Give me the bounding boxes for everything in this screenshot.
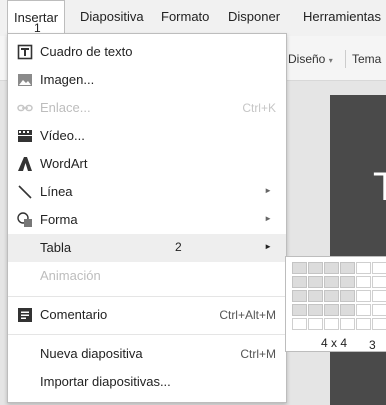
menu-item-video[interactable]: Vídeo... (8, 122, 286, 150)
table-grid-cell[interactable] (324, 290, 339, 302)
menu-item-cuadro-de-texto[interactable]: Cuadro de texto (8, 38, 286, 66)
textbox-icon (17, 44, 33, 60)
toolbar-divider (345, 50, 346, 68)
chevron-down-icon: ▾ (328, 56, 333, 65)
menu-item-enlace: Enlace... Ctrl+K (8, 94, 286, 122)
table-grid-cell[interactable] (292, 262, 307, 274)
table-grid-cell[interactable] (372, 276, 386, 288)
table-grid-cell[interactable] (308, 290, 323, 302)
menu-item-label: WordArt (40, 156, 88, 171)
menu-item-label: Animación (40, 268, 101, 283)
table-grid-cell[interactable] (356, 304, 371, 316)
menubar: Insertar Diapositiva Formato Disponer He… (0, 0, 386, 34)
menu-item-label: Línea (40, 184, 73, 199)
menu-item-label: Comentario (40, 307, 108, 322)
slide-preview[interactable] (330, 95, 386, 405)
menu-item-label: Cuadro de texto (40, 44, 133, 59)
table-grid-cell[interactable] (292, 290, 307, 302)
menu-item-tabla[interactable]: Tabla ► (8, 234, 286, 262)
design-label: Diseño (288, 52, 326, 66)
menu-item-importar-diapositivas[interactable]: Importar diapositivas... (8, 368, 286, 396)
table-grid-cell[interactable] (372, 318, 386, 330)
table-grid-cell[interactable] (340, 276, 355, 288)
table-grid-cell[interactable] (324, 318, 339, 330)
menu-item-wordart[interactable]: WordArt (8, 150, 286, 178)
menu-item-label: Forma (40, 212, 78, 227)
annotation-2: 2 (175, 240, 182, 254)
table-grid-cell[interactable] (340, 262, 355, 274)
table-grid-cell[interactable] (324, 304, 339, 316)
table-grid-cell[interactable] (324, 262, 339, 274)
table-grid-cell[interactable] (356, 290, 371, 302)
slide-title-text: T (373, 165, 386, 209)
video-icon (18, 130, 32, 142)
table-grid-cell[interactable] (308, 318, 323, 330)
link-icon (17, 104, 33, 112)
table-grid-cell[interactable] (308, 276, 323, 288)
menu-item-label: Importar diapositivas... (40, 374, 171, 389)
table-grid-cell[interactable] (356, 276, 371, 288)
table-grid-cell[interactable] (356, 318, 371, 330)
table-grid-cell[interactable] (308, 262, 323, 274)
table-size-label: 4 x 4 (321, 336, 348, 350)
menu-diapositiva[interactable]: Diapositiva (80, 9, 144, 24)
menu-item-forma[interactable]: Forma ► (8, 206, 286, 234)
menu-item-shortcut: Ctrl+Alt+M (219, 308, 276, 322)
table-grid-cell[interactable] (340, 318, 355, 330)
menu-item-comentario[interactable]: Comentario Ctrl+Alt+M (8, 301, 286, 329)
menu-item-label: Enlace... (40, 100, 91, 115)
menu-item-label: Imagen... (40, 72, 95, 87)
table-grid-cell[interactable] (372, 262, 386, 274)
table-grid-cell[interactable] (340, 304, 355, 316)
menu-item-shortcut: Ctrl+K (242, 101, 276, 115)
table-grid-cell[interactable] (340, 290, 355, 302)
table-grid-cell[interactable] (324, 276, 339, 288)
comment-icon (18, 308, 32, 322)
shape-icon (17, 212, 32, 227)
wordart-icon (18, 157, 32, 171)
menu-divider (8, 334, 286, 335)
line-icon (18, 185, 32, 199)
menu-formato[interactable]: Formato (161, 9, 209, 24)
menu-divider (8, 296, 286, 297)
table-grid-cell[interactable] (292, 276, 307, 288)
theme-button[interactable]: Tema (352, 52, 381, 66)
image-icon (18, 74, 32, 86)
menu-disponer[interactable]: Disponer (228, 9, 280, 24)
annotation-3: 3 (369, 338, 376, 352)
menu-item-label: Vídeo... (40, 128, 85, 143)
menu-item-animacion: Animación (8, 262, 286, 290)
table-grid-cell[interactable] (372, 304, 386, 316)
menu-item-nueva-diapositiva[interactable]: Nueva diapositiva Ctrl+M (8, 340, 286, 368)
table-grid-cell[interactable] (292, 318, 307, 330)
menu-item-imagen[interactable]: Imagen... (8, 66, 286, 94)
submenu-arrow-icon: ► (264, 214, 272, 223)
table-grid-cell[interactable] (356, 262, 371, 274)
menu-item-label: Nueva diapositiva (40, 346, 143, 361)
menu-herramientas[interactable]: Herramientas (303, 9, 381, 24)
insert-menu: Cuadro de texto Imagen... Enlace... Ctrl… (7, 33, 287, 403)
menu-item-linea[interactable]: Línea ► (8, 178, 286, 206)
submenu-arrow-icon: ► (264, 186, 272, 195)
menu-item-label: Tabla (40, 240, 72, 255)
submenu-arrow-icon: ► (264, 242, 272, 251)
table-grid-cell[interactable] (308, 304, 323, 316)
design-button[interactable]: Diseño ▾ (288, 52, 333, 66)
menu-item-shortcut: Ctrl+M (240, 347, 276, 361)
table-grid-cell[interactable] (372, 290, 386, 302)
table-grid-cell[interactable] (292, 304, 307, 316)
